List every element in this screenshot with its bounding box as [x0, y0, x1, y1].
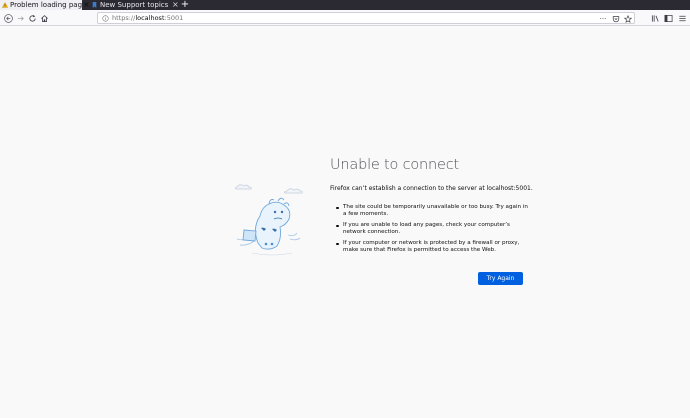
warning-favicon-icon [2, 2, 8, 8]
address-bar[interactable]: https://localhost:5001 ··· [97, 12, 635, 24]
forward-icon [17, 15, 24, 21]
library-button[interactable] [649, 11, 661, 25]
page-actions-icon[interactable]: ··· [598, 14, 608, 24]
forward-button[interactable] [14, 11, 26, 25]
list-item: The site could be temporarily unavailabl… [335, 204, 530, 218]
menu-icon [678, 15, 686, 21]
sidebar-button[interactable] [662, 11, 674, 25]
pocket-icon [612, 16, 620, 23]
sidebar-icon [664, 14, 672, 22]
reload-button[interactable] [26, 11, 38, 25]
bookmark-button[interactable] [623, 14, 633, 24]
menu-button[interactable] [676, 11, 688, 25]
url-scheme: https:// [112, 14, 136, 22]
site-favicon-icon [92, 2, 97, 8]
tab-new-support-topics[interactable]: New Support topics - Sq [89, 0, 169, 10]
tab-title: Problem loading page [10, 1, 82, 9]
url-host: localhost [135, 14, 165, 22]
reload-icon [28, 14, 36, 22]
try-again-button[interactable]: Try Again [478, 272, 523, 285]
navigation-toolbar: https://localhost:5001 ··· [0, 10, 690, 26]
list-item: If your computer or network is protected… [335, 240, 530, 254]
tab-title: New Support topics - Sq [100, 1, 169, 9]
url-port: :5001 [164, 14, 184, 22]
close-tab-icon[interactable]: × [172, 0, 179, 10]
tab-problem-loading[interactable]: Problem loading page [0, 0, 82, 10]
suggestion-list: The site could be temporarily unavailabl… [335, 204, 530, 258]
back-icon [3, 13, 13, 23]
url-text[interactable]: https://localhost:5001 [112, 13, 183, 24]
library-icon [651, 14, 659, 22]
dinosaur-illustration [234, 184, 303, 256]
list-item: If you are unable to load any pages, che… [335, 222, 530, 236]
error-description: Firefox can’t establish a connection to … [330, 185, 533, 192]
back-button[interactable] [2, 11, 14, 25]
pocket-button[interactable] [611, 14, 621, 24]
home-button[interactable] [38, 11, 50, 25]
tab-strip: Problem loading page × New Support topic… [0, 0, 690, 10]
bookmark-star-icon [624, 15, 632, 23]
home-icon [40, 14, 48, 22]
error-title: Unable to connect [330, 157, 460, 173]
new-tab-button[interactable]: + [180, 0, 190, 10]
info-icon[interactable] [102, 15, 109, 22]
